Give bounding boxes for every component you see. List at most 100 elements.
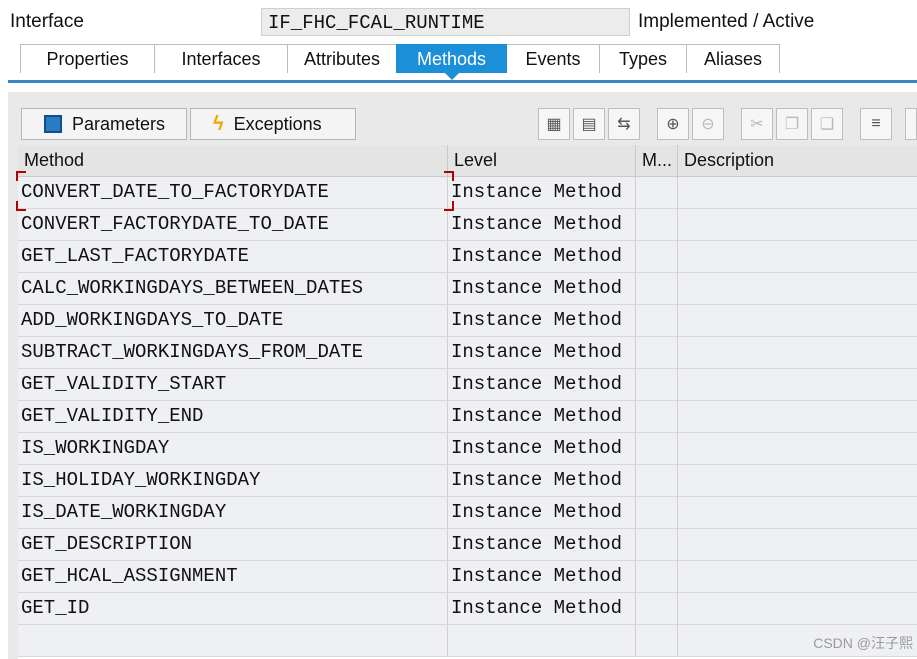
m-cell[interactable] bbox=[636, 209, 678, 240]
m-cell[interactable] bbox=[636, 465, 678, 496]
copy-icon[interactable]: ❐ bbox=[776, 108, 808, 140]
level-cell[interactable]: Instance Method bbox=[448, 529, 636, 560]
m-cell[interactable] bbox=[636, 337, 678, 368]
empty-cell[interactable] bbox=[636, 625, 678, 656]
table-row[interactable]: SUBTRACT_WORKINGDAYS_FROM_DATE Instance M… bbox=[18, 337, 917, 369]
method-cell[interactable]: GET_VALIDITY_END bbox=[18, 401, 448, 432]
method-cell[interactable]: GET_HCAL_ASSIGNMENT bbox=[18, 561, 448, 592]
description-cell[interactable] bbox=[678, 305, 917, 336]
description-cell[interactable] bbox=[678, 177, 917, 208]
m-cell[interactable] bbox=[636, 593, 678, 624]
method-cell[interactable]: IS_WORKINGDAY bbox=[18, 433, 448, 464]
description-cell[interactable] bbox=[678, 401, 917, 432]
method-cell[interactable]: GET_ID bbox=[18, 593, 448, 624]
m-cell[interactable] bbox=[636, 433, 678, 464]
table-row[interactable]: CALC_WORKINGDAYS_BETWEEN_DATES Instance M… bbox=[18, 273, 917, 305]
col-level[interactable]: Level bbox=[448, 145, 636, 176]
tab-interfaces[interactable]: Interfaces bbox=[154, 44, 288, 73]
table-header: Method Level M... Description bbox=[18, 145, 917, 177]
method-cell[interactable]: GET_LAST_FACTORYDATE bbox=[18, 241, 448, 272]
level-cell[interactable]: Instance Method bbox=[448, 369, 636, 400]
level-cell[interactable]: Instance Method bbox=[448, 561, 636, 592]
method-cell[interactable]: CALC_WORKINGDAYS_BETWEEN_DATES bbox=[18, 273, 448, 304]
m-cell[interactable] bbox=[636, 241, 678, 272]
m-cell[interactable] bbox=[636, 401, 678, 432]
table-row[interactable]: GET_VALIDITY_START Instance Method bbox=[18, 369, 917, 401]
tab-events[interactable]: Events bbox=[506, 44, 600, 73]
method-cell[interactable]: IS_HOLIDAY_WORKINGDAY bbox=[18, 465, 448, 496]
level-cell[interactable]: Instance Method bbox=[448, 177, 636, 208]
interface-name-field[interactable]: IF_FHC_FCAL_RUNTIME bbox=[261, 8, 630, 36]
navigation-icon[interactable]: ⇆ bbox=[608, 108, 640, 140]
level-cell[interactable]: Instance Method bbox=[448, 337, 636, 368]
delete-row-icon[interactable]: ⊖ bbox=[692, 108, 724, 140]
exceptions-button[interactable]: ϟ Exceptions bbox=[190, 108, 356, 140]
m-cell[interactable] bbox=[636, 305, 678, 336]
empty-cell[interactable] bbox=[18, 625, 448, 656]
tab-attributes[interactable]: Attributes bbox=[287, 44, 397, 73]
level-cell[interactable]: Instance Method bbox=[448, 273, 636, 304]
description-cell[interactable] bbox=[678, 593, 917, 624]
m-cell[interactable] bbox=[636, 369, 678, 400]
table-row[interactable]: GET_DESCRIPTION Instance Method bbox=[18, 529, 917, 561]
empty-cell[interactable] bbox=[448, 625, 636, 656]
exceptions-label: Exceptions bbox=[233, 114, 322, 134]
tab-types[interactable]: Types bbox=[599, 44, 687, 73]
table-row[interactable]: ADD_WORKINGDAYS_TO_DATE Instance Method bbox=[18, 305, 917, 337]
description-cell[interactable] bbox=[678, 241, 917, 272]
col-method[interactable]: Method bbox=[18, 145, 448, 176]
col-m[interactable]: M... bbox=[636, 145, 678, 176]
description-cell[interactable] bbox=[678, 433, 917, 464]
parameters-button[interactable]: Parameters bbox=[21, 108, 187, 140]
m-cell[interactable] bbox=[636, 561, 678, 592]
table-row[interactable]: IS_DATE_WORKINGDAY Instance Method bbox=[18, 497, 917, 529]
level-cell[interactable]: Instance Method bbox=[448, 497, 636, 528]
table-row[interactable]: GET_ID Instance Method bbox=[18, 593, 917, 625]
level-cell[interactable]: Instance Method bbox=[448, 465, 636, 496]
method-cell[interactable]: SUBTRACT_WORKINGDAYS_FROM_DATE bbox=[18, 337, 448, 368]
method-cell[interactable]: GET_VALIDITY_START bbox=[18, 369, 448, 400]
description-cell[interactable] bbox=[678, 561, 917, 592]
m-cell[interactable] bbox=[636, 177, 678, 208]
level-cell[interactable]: Instance Method bbox=[448, 593, 636, 624]
col-description[interactable]: Description bbox=[678, 145, 917, 176]
m-cell[interactable] bbox=[636, 497, 678, 528]
table-row[interactable]: GET_LAST_FACTORYDATE Instance Method bbox=[18, 241, 917, 273]
description-cell[interactable] bbox=[678, 209, 917, 240]
display-object-icon[interactable]: ▤ bbox=[573, 108, 605, 140]
method-cell[interactable]: ADD_WORKINGDAYS_TO_DATE bbox=[18, 305, 448, 336]
level-cell[interactable]: Instance Method bbox=[448, 209, 636, 240]
level-cell[interactable]: Instance Method bbox=[448, 433, 636, 464]
table-row[interactable]: GET_HCAL_ASSIGNMENT Instance Method bbox=[18, 561, 917, 593]
table-row[interactable]: CONVERT_FACTORYDATE_TO_DATE Instance Meth… bbox=[18, 209, 917, 241]
method-cell[interactable]: CONVERT_DATE_TO_FACTORYDATE bbox=[18, 177, 448, 208]
description-cell[interactable] bbox=[678, 497, 917, 528]
tab-aliases[interactable]: Aliases bbox=[686, 44, 780, 73]
description-cell[interactable] bbox=[678, 529, 917, 560]
insert-row-icon[interactable]: ⊕ bbox=[657, 108, 689, 140]
cut-icon[interactable]: ✂ bbox=[741, 108, 773, 140]
description-cell[interactable] bbox=[678, 369, 917, 400]
description-cell[interactable] bbox=[678, 273, 917, 304]
tab-properties[interactable]: Properties bbox=[20, 44, 155, 73]
m-cell[interactable] bbox=[636, 273, 678, 304]
table-row[interactable]: IS_WORKINGDAY Instance Method bbox=[18, 433, 917, 465]
table-row[interactable]: IS_HOLIDAY_WORKINGDAY Instance Method bbox=[18, 465, 917, 497]
level-cell[interactable]: Instance Method bbox=[448, 401, 636, 432]
paste-icon[interactable]: ❏ bbox=[811, 108, 843, 140]
m-cell[interactable] bbox=[636, 529, 678, 560]
description-cell[interactable] bbox=[678, 337, 917, 368]
sort-icon[interactable]: ≡ bbox=[860, 108, 892, 140]
table-row-empty[interactable] bbox=[18, 625, 917, 657]
table-row[interactable]: CONVERT_DATE_TO_FACTORYDATE Instance Meth… bbox=[18, 177, 917, 209]
method-cell[interactable]: GET_DESCRIPTION bbox=[18, 529, 448, 560]
more-tools-icon[interactable] bbox=[905, 108, 917, 140]
method-cell[interactable]: CONVERT_FACTORYDATE_TO_DATE bbox=[18, 209, 448, 240]
tab-methods[interactable]: Methods bbox=[396, 44, 507, 80]
description-cell[interactable] bbox=[678, 465, 917, 496]
table-row[interactable]: GET_VALIDITY_END Instance Method bbox=[18, 401, 917, 433]
level-cell[interactable]: Instance Method bbox=[448, 305, 636, 336]
method-cell[interactable]: IS_DATE_WORKINGDAY bbox=[18, 497, 448, 528]
detail-view-icon[interactable]: ▦ bbox=[538, 108, 570, 140]
level-cell[interactable]: Instance Method bbox=[448, 241, 636, 272]
